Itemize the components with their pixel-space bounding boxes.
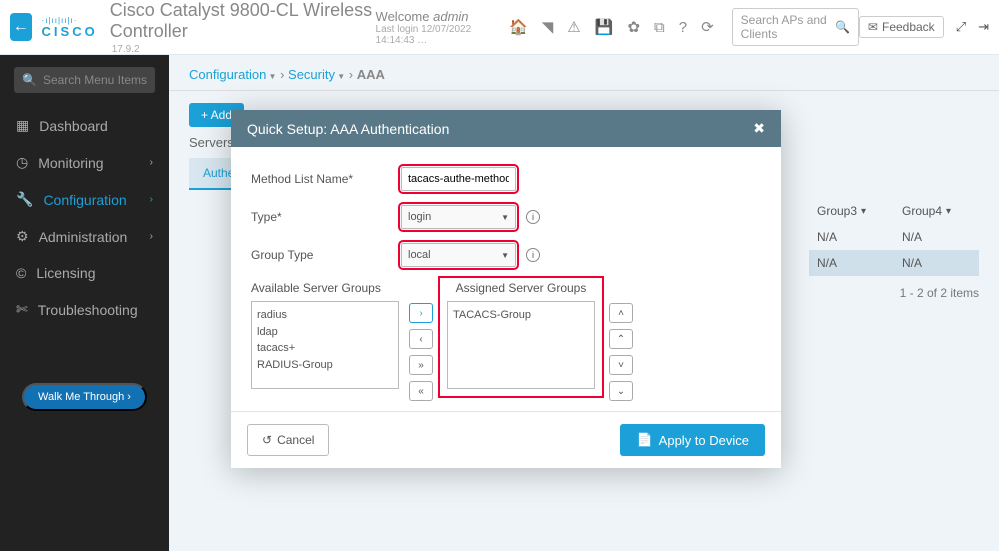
wrench-icon: 🔧 [16,191,33,208]
move-top-button[interactable]: ⌃ [609,329,633,349]
move-up-button[interactable]: ˄ [609,303,633,323]
copy-icon[interactable]: ⧉ [654,19,665,36]
list-item[interactable]: ldap [257,324,393,341]
fullscreen-icon[interactable]: ⤢ [956,19,966,35]
breadcrumb-security[interactable]: Security [288,67,335,82]
dashboard-icon: ▦ [16,117,29,134]
modal-header: Quick Setup: AAA Authentication ✖ [231,110,781,147]
sidebar-item-label: Configuration [43,192,126,208]
assigned-groups-list[interactable]: TACACS-Group [447,301,595,389]
apply-button[interactable]: 📄 Apply to Device [620,424,765,456]
method-list-input[interactable] [401,167,516,191]
chevron-right-icon: › [150,194,153,205]
sidebar-item-label: Dashboard [39,118,108,134]
sidebar-item-monitoring[interactable]: ◷ Monitoring › [0,144,169,181]
available-groups-list[interactable]: radius ldap tacacs+ RADIUS-Group [251,301,399,389]
sidebar-item-label: Troubleshooting [38,302,138,318]
list-item[interactable]: TACACS-Group [453,307,589,324]
undo-icon: ↺ [262,433,272,447]
sidebar-item-label: Administration [39,229,128,245]
cancel-button[interactable]: ↺ Cancel [247,424,329,456]
sidebar-item-troubleshooting[interactable]: ✄ Troubleshooting [0,291,169,328]
version-label: 17.9.2 [112,44,376,55]
table-row[interactable]: N/A N/A [809,250,979,276]
breadcrumb-configuration[interactable]: Configuration [189,67,266,82]
sidebar: 🔍 Search Menu Items ▦ Dashboard ◷ Monito… [0,55,169,551]
move-all-right-button[interactable]: » [409,355,433,375]
alert-icon[interactable]: ⚠ [567,18,580,36]
welcome-block: Welcome admin Last login 12/07/2022 14:1… [376,9,492,46]
type-select[interactable]: login▼ [401,205,516,229]
save-icon[interactable]: 💾 [595,18,614,36]
col-group3[interactable]: Group3▾ [809,198,894,224]
info-icon[interactable]: i [526,210,540,224]
sidebar-item-label: Licensing [36,265,95,281]
search-icon: 🔍 [22,73,37,87]
grouptype-select[interactable]: local▼ [401,243,516,267]
refresh-icon[interactable]: ⟳ [701,18,714,36]
list-item[interactable]: tacacs+ [257,340,393,357]
info-icon[interactable]: i [526,248,540,262]
col-group4[interactable]: Group4▾ [894,198,979,224]
menu-search[interactable]: 🔍 Search Menu Items [14,67,155,93]
available-label: Available Server Groups [251,281,399,295]
sidebar-item-configuration[interactable]: 🔧 Configuration › [0,181,169,218]
list-item[interactable]: radius [257,307,393,324]
breadcrumb: Configuration ▼ › Security ▼ › AAA [169,67,999,91]
gauge-icon: ◷ [16,154,28,171]
header-toolbar: 🏠 ◥ ⚠ 💾 ✿ ⧉ ? ⟳ [509,18,714,36]
chevron-right-icon: › [150,231,153,242]
modal-title: Quick Setup: AAA Authentication [247,121,449,137]
sidebar-item-licensing[interactable]: © Licensing [0,255,169,291]
close-icon[interactable]: ✖ [753,120,765,137]
filter-icon[interactable]: ▾ [946,206,951,217]
save-icon: 📄 [636,432,652,448]
gear-icon[interactable]: ✿ [627,18,640,36]
chevron-right-icon: › [150,157,153,168]
grouptype-label: Group Type [251,248,401,262]
filter-icon[interactable]: ▾ [861,206,866,217]
walk-me-through-button[interactable]: Walk Me Through › [22,383,147,411]
chevron-down-icon: ▼ [501,213,509,222]
method-list-label: Method List Name* [251,172,401,186]
move-all-left-button[interactable]: « [409,381,433,401]
feedback-button[interactable]: ✉ Feedback [859,16,944,38]
logout-icon[interactable]: ⇥ [978,19,989,35]
move-down-button[interactable]: ˅ [609,355,633,375]
product-title: Cisco Catalyst 9800-CL Wireless Controll… [110,0,376,42]
move-bottom-button[interactable]: ⌄ [609,381,633,401]
cisco-logo: ·ı|ıı|ıı|ı· CISCO [42,16,110,38]
type-label: Type* [251,210,401,224]
sidebar-item-dashboard[interactable]: ▦ Dashboard [0,107,169,144]
global-search[interactable]: Search APs and Clients 🔍 [732,8,859,46]
copyright-icon: © [16,265,26,281]
sidebar-item-administration[interactable]: ⚙ Administration › [0,218,169,255]
home-icon[interactable]: 🏠 [509,18,528,36]
mail-icon: ✉ [868,20,878,34]
tools-icon: ✄ [16,301,28,318]
wifi-icon[interactable]: ◥ [542,18,554,36]
pager: 1 - 2 of 2 items [809,276,979,310]
list-item[interactable]: RADIUS-Group [257,357,393,374]
move-right-button[interactable]: › [409,303,433,323]
table-row[interactable]: N/A N/A [809,224,979,250]
search-icon: 🔍 [835,20,850,34]
help-icon[interactable]: ? [679,19,687,36]
back-button[interactable]: ← [10,13,32,41]
move-left-button[interactable]: ‹ [409,329,433,349]
breadcrumb-current: AAA [357,67,385,82]
assigned-label: Assigned Server Groups [447,281,595,295]
sidebar-item-label: Monitoring [38,155,103,171]
quick-setup-modal: Quick Setup: AAA Authentication ✖ Method… [231,110,781,468]
last-login: Last login 12/07/2022 14:14:43 … [376,24,492,46]
top-header: ← ·ı|ıı|ıı|ı· CISCO Cisco Catalyst 9800-… [0,0,999,55]
cog-icon: ⚙ [16,228,29,245]
chevron-down-icon: ▼ [501,251,509,260]
